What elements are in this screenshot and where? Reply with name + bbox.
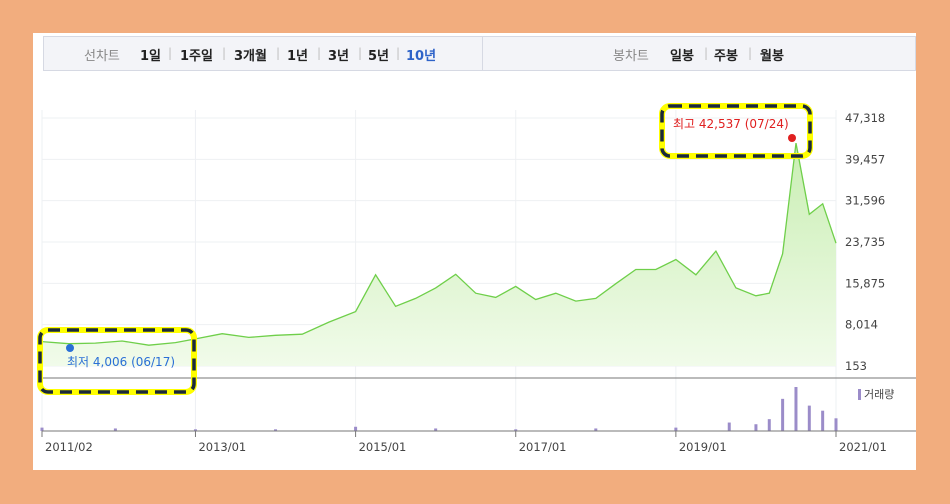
x-axis-ticks: 2011/02 2013/01 2015/01 2017/01 2019/01 2021/…	[41, 431, 887, 454]
volume-bar	[781, 398, 785, 431]
volume-legend: 거래량	[864, 388, 894, 401]
volume-legend-swatch	[858, 389, 861, 400]
y-tick-label: 47,318	[845, 111, 885, 125]
volume-bar	[754, 424, 758, 431]
volume-bar	[834, 418, 838, 431]
y-tick-label: 31,596	[845, 194, 885, 208]
x-tick-label: 2013/01	[198, 440, 246, 454]
volume-bar	[794, 387, 798, 431]
volume-bar	[767, 419, 771, 431]
y-axis-ticks: 47,318 39,457 31,596 23,735 15,875 8,014 153	[845, 111, 885, 373]
y-tick-label: 39,457	[845, 152, 885, 166]
volume-bar	[354, 426, 358, 431]
y-tick-label: 153	[845, 359, 867, 373]
x-tick-label: 2015/01	[359, 440, 407, 454]
x-tick-label: 2021/01	[839, 440, 887, 454]
low-annotation: 최저 4,006 (06/17)	[67, 355, 175, 369]
volume-bar	[674, 427, 678, 431]
x-tick-label: 2019/01	[679, 440, 727, 454]
high-highlight-box	[659, 103, 813, 159]
high-annotation: 최고 42,537 (07/24)	[673, 117, 789, 131]
price-chart-svg: 47,318 39,457 31,596 23,735 15,875 8,014 153 2…	[37, 103, 916, 454]
low-marker	[66, 344, 74, 352]
x-tick-label: 2011/02	[45, 440, 93, 454]
x-tick-label: 2017/01	[519, 440, 567, 454]
high-marker	[788, 134, 796, 142]
volume-bar	[40, 427, 44, 431]
y-tick-label: 23,735	[845, 235, 885, 249]
volume-bar	[807, 405, 811, 431]
volume-bar	[727, 422, 731, 431]
volume-bar	[821, 410, 825, 431]
y-tick-label: 15,875	[845, 276, 885, 290]
y-tick-label: 8,014	[845, 318, 878, 332]
high-highlight-dash	[660, 104, 812, 158]
